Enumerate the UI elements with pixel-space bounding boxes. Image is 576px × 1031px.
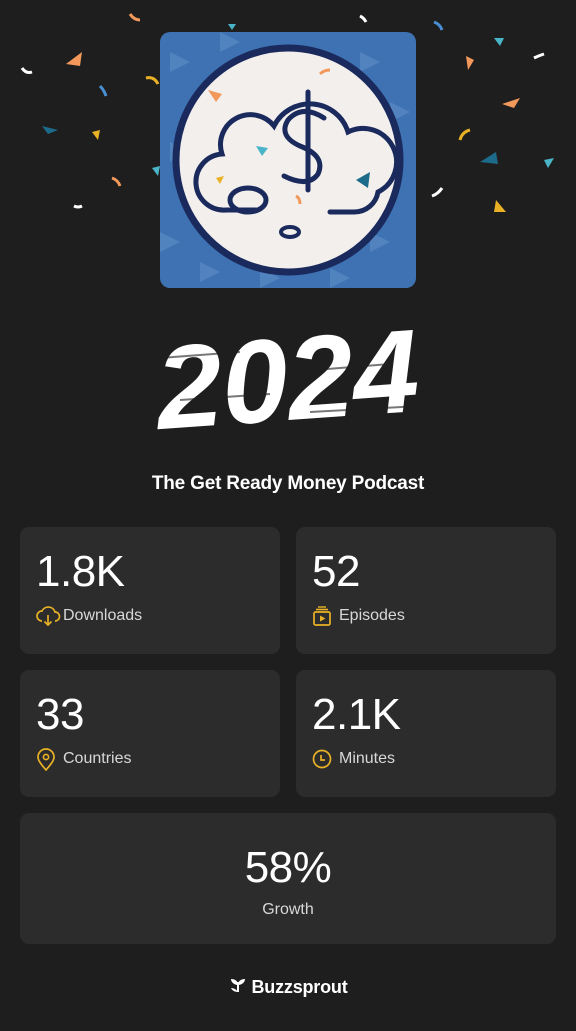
growth-label: Growth xyxy=(262,901,314,918)
stat-card-growth: 58% Growth xyxy=(20,813,556,944)
stat-card-downloads: 1.8K Downloads xyxy=(20,527,280,654)
svg-text:2024: 2024 xyxy=(150,308,423,448)
stat-value: 52 xyxy=(312,547,360,596)
cloud-download-icon xyxy=(35,605,61,627)
podcast-title: The Get Ready Money Podcast xyxy=(151,473,425,494)
stat-value: 33 xyxy=(36,690,84,739)
brand-name: Buzzsprout xyxy=(251,977,348,997)
dollar-cloud-icon xyxy=(160,32,416,288)
stat-value: 1.8K xyxy=(36,547,125,596)
stat-card-episodes: 52 Episodes xyxy=(296,527,556,654)
year-lettering: 2024 xyxy=(150,308,423,448)
stat-value: 2.1K xyxy=(312,690,401,739)
episodes-icon xyxy=(311,605,333,627)
stat-card-countries: 33 Countries xyxy=(20,670,280,797)
location-pin-icon xyxy=(35,748,57,772)
stat-label: Countries xyxy=(63,750,132,767)
clock-icon xyxy=(311,748,333,770)
growth-value: 58% xyxy=(244,843,332,892)
brand-footer: Buzzsprout xyxy=(0,976,576,999)
stat-label: Episodes xyxy=(339,607,405,624)
stat-label: Downloads xyxy=(63,607,143,624)
podcast-cover-art xyxy=(160,32,416,288)
stat-label: Minutes xyxy=(339,750,396,767)
buzzsprout-logo-icon xyxy=(229,976,247,999)
stat-card-minutes: 2.1K Minutes xyxy=(296,670,556,797)
